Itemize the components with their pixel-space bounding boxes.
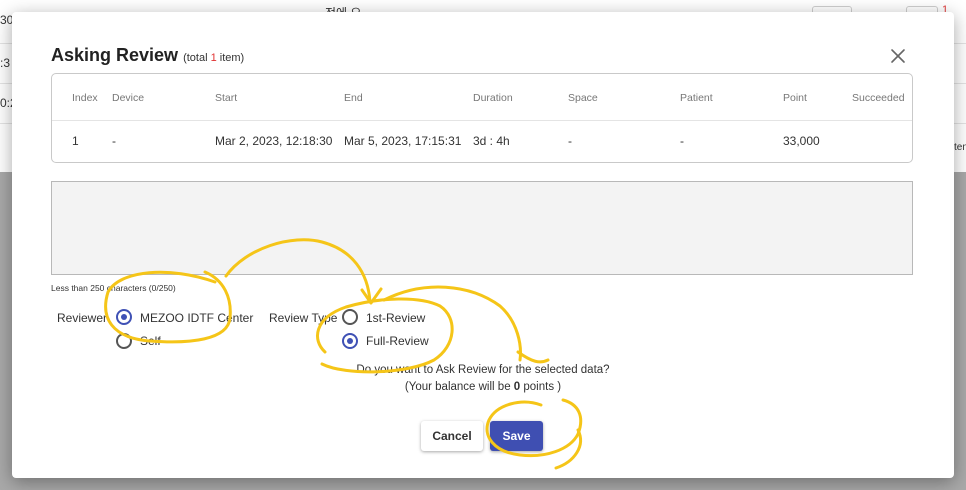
background-cell-text: ten bbox=[954, 142, 966, 153]
close-icon bbox=[891, 49, 905, 63]
column-header-point: Point bbox=[783, 92, 807, 104]
confirm-question: Do you want to Ask Review for the select… bbox=[356, 364, 610, 376]
radio-review-type-full[interactable] bbox=[342, 333, 358, 349]
table-header: Index Device Start End Duration Space Pa… bbox=[52, 74, 912, 121]
cell-duration: 3d : 4h bbox=[473, 134, 510, 148]
modal-title-text: Asking Review bbox=[51, 45, 179, 65]
column-header-succeeded: Succeeded bbox=[852, 92, 905, 104]
column-header-patient: Patient bbox=[680, 92, 713, 104]
modal-item-count: (total 1 item) bbox=[183, 52, 244, 64]
cell-start: Mar 2, 2023, 12:18:30 bbox=[215, 134, 333, 148]
count-suffix: item) bbox=[216, 52, 245, 64]
background-cell-text: :3 bbox=[0, 56, 11, 70]
radio-label-full-review[interactable]: Full-Review bbox=[366, 334, 429, 348]
save-button[interactable]: Save bbox=[490, 421, 543, 451]
radio-label-first-review[interactable]: 1st-Review bbox=[366, 311, 425, 325]
modal-title: Asking Review (total 1 item) bbox=[51, 45, 244, 66]
balance-suffix: points ) bbox=[520, 381, 562, 393]
ask-review-modal: Asking Review (total 1 item) Index Devic… bbox=[12, 12, 954, 478]
cell-device: - bbox=[112, 134, 116, 148]
balance-note: (Your balance will be 0 points ) bbox=[12, 381, 954, 393]
radio-reviewer-mezoo[interactable] bbox=[116, 309, 132, 325]
count-prefix: (total bbox=[183, 52, 211, 64]
cell-patient: - bbox=[680, 134, 684, 148]
column-header-index: Index bbox=[72, 92, 98, 104]
close-button[interactable] bbox=[888, 46, 908, 66]
cell-end: Mar 5, 2023, 17:15:31 bbox=[344, 134, 462, 148]
review-data-table: Index Device Start End Duration Space Pa… bbox=[51, 73, 913, 163]
column-header-device: Device bbox=[112, 92, 145, 104]
radio-reviewer-self[interactable] bbox=[116, 333, 132, 349]
character-count-hint: Less than 250 characters (0/250) bbox=[51, 283, 176, 293]
balance-prefix: (Your balance will be bbox=[404, 381, 514, 393]
column-header-end: End bbox=[344, 92, 363, 104]
cancel-button[interactable]: Cancel bbox=[421, 421, 483, 451]
cell-space: - bbox=[568, 134, 572, 148]
comment-textarea[interactable] bbox=[51, 181, 913, 275]
column-header-duration: Duration bbox=[473, 92, 513, 104]
radio-label-self[interactable]: Self bbox=[140, 334, 161, 348]
radio-label-mezoo[interactable]: MEZOO IDTF Center bbox=[140, 311, 253, 325]
cell-index: 1 bbox=[72, 134, 79, 148]
table-row[interactable]: 1 - Mar 2, 2023, 12:18:30 Mar 5, 2023, 1… bbox=[52, 121, 912, 162]
review-type-label: Review Type bbox=[269, 311, 338, 325]
column-header-start: Start bbox=[215, 92, 238, 104]
cell-point: 33,000 bbox=[783, 134, 820, 148]
column-header-space: Space bbox=[568, 92, 598, 104]
radio-review-type-first[interactable] bbox=[342, 309, 358, 325]
reviewer-label: Reviewer bbox=[57, 311, 108, 325]
